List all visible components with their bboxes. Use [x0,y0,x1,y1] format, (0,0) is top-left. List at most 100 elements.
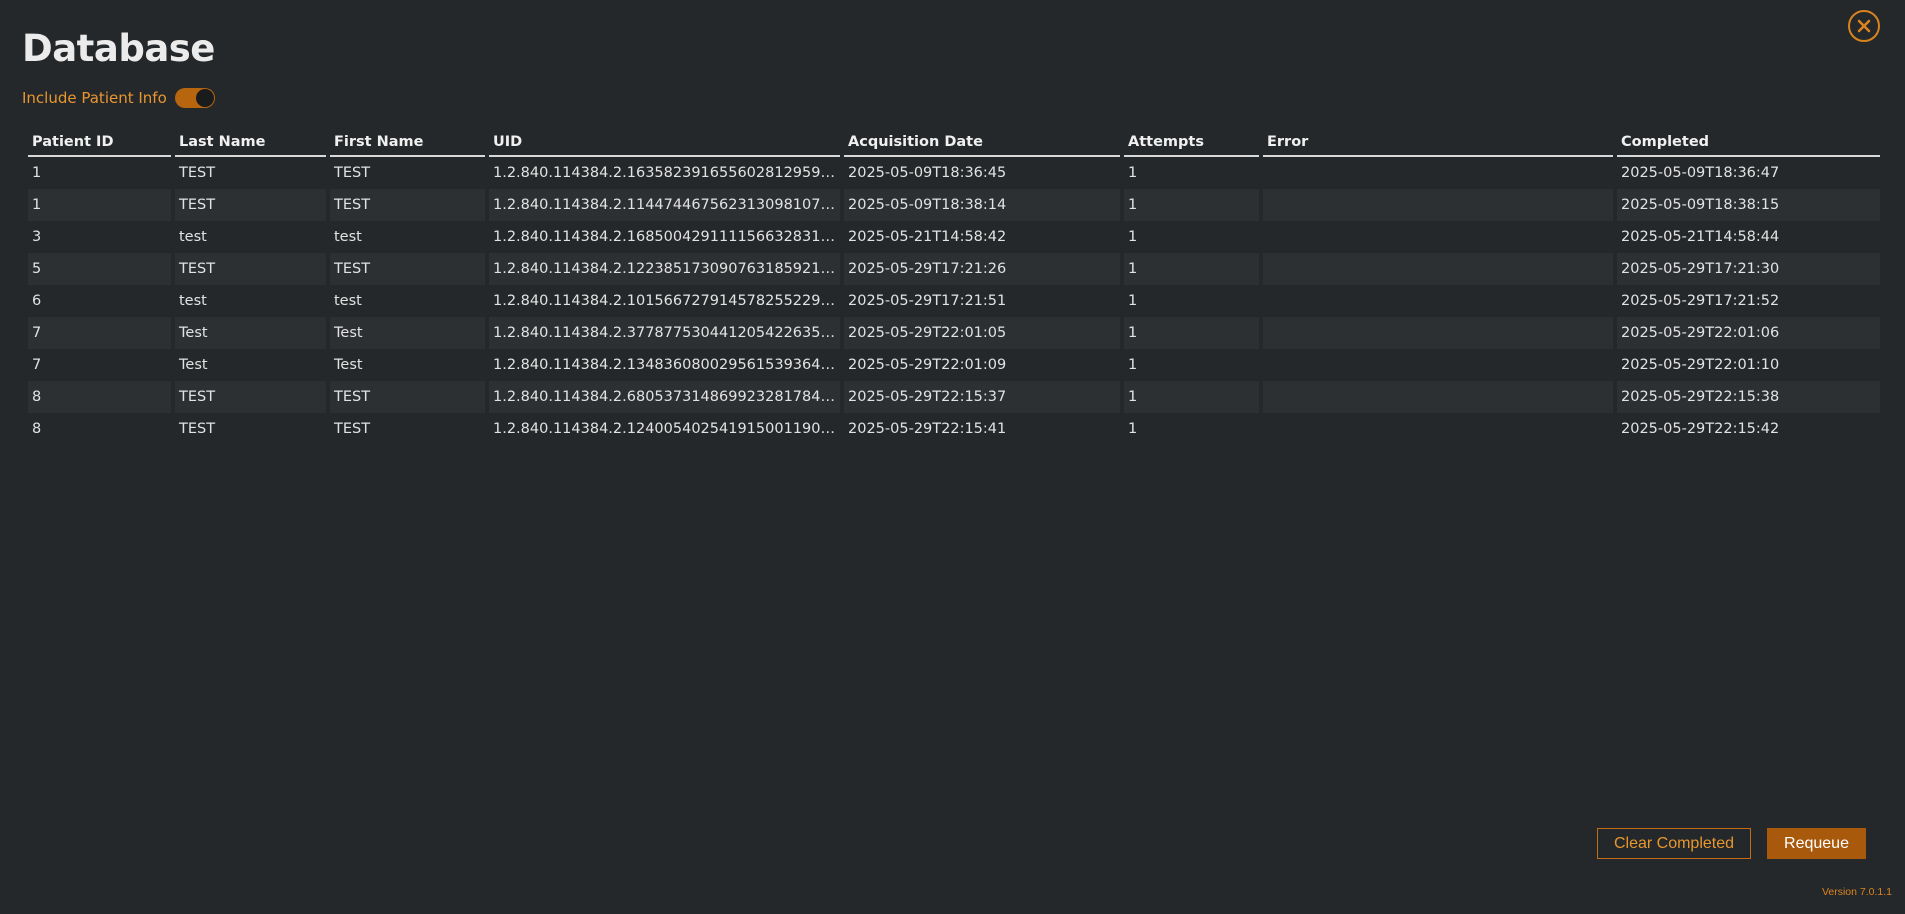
table-row[interactable]: 7 Test Test 1.2.840.114384.2.37787753044120… [28,317,1880,349]
column-header-acquisition-date[interactable]: Acquisition Date [844,129,1120,157]
cell-completed: 2025-05-09T18:38:15 [1617,189,1880,221]
cell-first-name: TEST [334,165,371,181]
cell-acquisition-date: 2025-05-21T14:58:42 [848,229,1007,245]
cell-patient-id: 3 [32,229,42,245]
table-header-row: Patient ID Last Name First Name UID Acqu… [28,129,1880,157]
database-window: Database Include Patient Info Patient ID… [0,0,1905,914]
column-header-first-name[interactable]: First Name [330,129,485,157]
cell-acquisition-date: 2025-05-09T18:36:45 [848,165,1007,181]
table-row[interactable]: 1 TEST TEST 1.2.840.114384.2.16358239165560… [28,157,1880,189]
cell-uid: 1.2.840.114384.2.37787753044120542263510… [489,317,840,349]
cell-completed: 2025-05-29T17:21:30 [1617,253,1880,285]
version-label: Version 7.0.1.1 [1821,886,1892,898]
cell-first-name: TEST [330,381,485,413]
cell-first-name: test [334,229,362,245]
cell-uid: 1.2.840.114384.2.68053731486992328178443… [489,381,840,413]
table-row[interactable]: 3 test test 1.2.840.114384.2.16850042911115… [28,221,1880,253]
cell-first-name: test [334,293,362,309]
cell-error [1263,189,1613,221]
close-icon [1857,19,1871,33]
cell-patient-id: 6 [32,293,42,309]
cell-attempts: 1 [1124,317,1259,349]
column-header-last-name[interactable]: Last Name [175,129,326,157]
cell-error [1263,221,1613,253]
cell-patient-id: 8 [28,381,171,413]
cell-completed: 2025-05-29T22:01:06 [1617,317,1880,349]
page-title: Database [22,27,215,70]
cell-uid: 1.2.840.114384.2.10156672791457825522974… [493,293,840,309]
cell-last-name: Test [179,357,208,373]
table-body: 1 TEST TEST 1.2.840.114384.2.16358239165560… [28,157,1880,445]
cell-patient-id: 7 [28,317,171,349]
cell-patient-id: 1 [28,189,171,221]
cell-attempts: 1 [1128,357,1138,373]
cell-first-name: TEST [334,421,371,437]
cell-last-name: TEST [179,165,216,181]
toggle-knob [195,89,214,107]
cell-last-name: Test [175,317,326,349]
cell-completed: 2025-05-29T22:01:10 [1621,357,1780,373]
cell-patient-id: 5 [28,253,171,285]
cell-acquisition-date: 2025-05-29T22:01:09 [848,357,1007,373]
cell-error [1263,381,1613,413]
cell-acquisition-date: 2025-05-29T22:15:41 [848,421,1007,437]
cell-last-name: test [179,293,207,309]
cell-completed: 2025-05-29T22:15:42 [1621,421,1780,437]
cell-error [1263,253,1613,285]
cell-acquisition-date: 2025-05-29T17:21:51 [848,293,1007,309]
cell-last-name: TEST [175,189,326,221]
cell-acquisition-date: 2025-05-09T18:38:14 [844,189,1120,221]
table-row[interactable]: 6 test test 1.2.840.114384.2.10156672791457… [28,285,1880,317]
cell-first-name: TEST [330,189,485,221]
table-row[interactable]: 7 Test Test 1.2.840.114384.2.13483608002956… [28,349,1880,381]
table-row[interactable]: 8 TEST TEST 1.2.840.114384.2.68053731486992… [28,381,1880,413]
cell-attempts: 1 [1124,381,1259,413]
column-header-uid[interactable]: UID [489,129,840,157]
table-row[interactable]: 5 TEST TEST 1.2.840.114384.2.12238517309076… [28,253,1880,285]
column-header-patient-id[interactable]: Patient ID [28,129,171,157]
cell-uid: 1.2.840.114384.2.12400540254191500119049… [493,421,840,437]
cell-error [1263,349,1613,381]
cell-acquisition-date: 2025-05-29T22:01:05 [844,317,1120,349]
cell-acquisition-date: 2025-05-29T22:15:37 [844,381,1120,413]
cell-attempts: 1 [1124,253,1259,285]
cell-error [1263,317,1613,349]
column-header-error[interactable]: Error [1263,129,1613,157]
cell-last-name: TEST [179,421,216,437]
table-row[interactable]: 1 TEST TEST 1.2.840.114384.2.11447446756231… [28,189,1880,221]
cell-first-name: TEST [330,253,485,285]
cell-first-name: Test [330,317,485,349]
cell-attempts: 1 [1124,189,1259,221]
cell-uid: 1.2.840.114384.2.13483608002956153936443… [493,357,840,373]
cell-uid: 1.2.840.114384.2.16850042911115663283194… [493,229,840,245]
clear-completed-button[interactable]: Clear Completed [1597,828,1751,859]
cell-attempts: 1 [1128,229,1138,245]
cell-patient-id: 8 [32,421,42,437]
cell-uid: 1.2.840.114384.2.12238517309076318592150… [489,253,840,285]
include-patient-info-label: Include Patient Info [22,89,167,107]
cell-attempts: 1 [1128,293,1138,309]
column-header-attempts[interactable]: Attempts [1124,129,1259,157]
cell-completed: 2025-05-29T17:21:52 [1621,293,1780,309]
cell-error [1263,157,1613,189]
cell-acquisition-date: 2025-05-29T17:21:26 [844,253,1120,285]
cell-first-name: Test [334,357,363,373]
cell-error [1263,285,1613,317]
cell-patient-id: 7 [32,357,42,373]
table-row[interactable]: 8 TEST TEST 1.2.840.114384.2.12400540254191… [28,413,1880,445]
cell-completed: 2025-05-09T18:36:47 [1621,165,1780,181]
cell-patient-id: 1 [32,165,42,181]
cell-attempts: 1 [1128,165,1138,181]
database-table: Patient ID Last Name First Name UID Acqu… [24,129,1884,445]
include-patient-info-toggle[interactable] [174,88,215,108]
requeue-button[interactable]: Requeue [1767,828,1866,859]
cell-last-name: TEST [175,381,326,413]
cell-last-name: test [179,229,207,245]
cell-completed: 2025-05-21T14:58:44 [1621,229,1780,245]
cell-completed: 2025-05-29T22:15:38 [1617,381,1880,413]
close-button[interactable] [1848,10,1880,42]
cell-attempts: 1 [1128,421,1138,437]
column-header-completed[interactable]: Completed [1617,129,1880,157]
include-patient-info-row: Include Patient Info [22,86,215,110]
cell-error [1263,413,1613,445]
